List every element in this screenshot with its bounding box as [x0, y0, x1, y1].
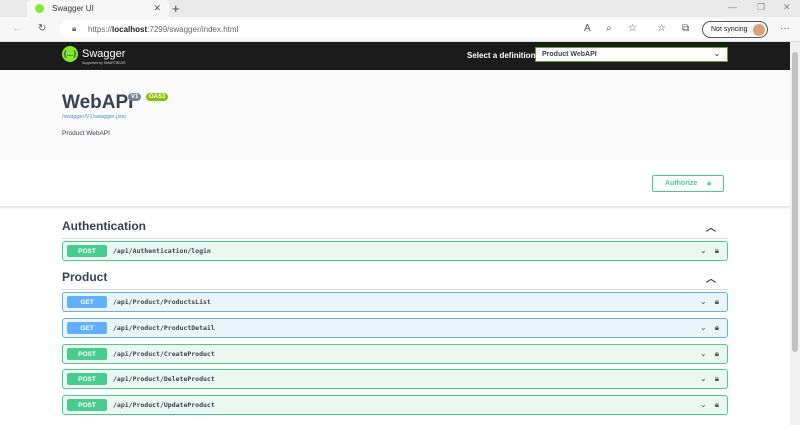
sync-label: Not syncing — [711, 26, 748, 33]
chevron-up-icon[interactable]: ︿ — [706, 270, 716, 285]
url-prefix: https:// — [88, 24, 113, 34]
method-badge: POST — [67, 373, 107, 385]
scheme-container: Authorize 🔒︎ — [0, 160, 790, 207]
scrollbar[interactable] — [790, 42, 800, 425]
swagger-logo[interactable]: {…} Swagger Supported by SMARTBEAR — [62, 46, 126, 65]
chevron-down-icon[interactable]: ⌄ — [700, 297, 707, 307]
lock-icon[interactable]: 🔒︎ — [715, 246, 719, 256]
operation-row[interactable]: POST/api/Authentication/login ⌄ 🔒︎ — [62, 241, 728, 261]
lock-icon[interactable]: 🔒︎ — [715, 374, 719, 384]
profile-sync-button[interactable]: Not syncing — [702, 21, 768, 38]
operation-row[interactable]: POST/api/Product/CreateProduct ⌄ 🔒︎ — [62, 344, 728, 364]
url-path: :7299/swagger/index.html — [147, 24, 239, 34]
lock-icon[interactable]: 🔒︎ — [715, 349, 719, 359]
operation-path: /api/Authentication/login — [113, 247, 211, 255]
operation-path: /api/Product/DeleteProduct — [113, 375, 215, 383]
section-title: Product — [62, 270, 108, 284]
lock-icon: 🔒︎ — [707, 179, 711, 187]
chevron-up-icon[interactable]: ︿ — [706, 219, 716, 234]
add-favorite-icon[interactable]: ☆ — [628, 23, 637, 34]
avatar — [753, 24, 765, 36]
operation-row[interactable]: POST/api/Product/UpdateProduct ⌄ 🔒︎ — [62, 395, 728, 415]
chevron-down-icon[interactable]: ⌄ — [700, 374, 707, 384]
lock-icon[interactable]: 🔒︎ — [715, 323, 719, 333]
version-badge: V1 — [128, 93, 142, 101]
api-description: Product WebAPI — [62, 130, 110, 137]
swagger-favicon-icon — [35, 4, 44, 13]
zoom-icon[interactable]: ⌕ — [606, 23, 612, 34]
new-tab-button[interactable]: + — [172, 1, 180, 16]
more-icon[interactable]: ··· — [780, 23, 790, 34]
logo-subtext: Supported by SMARTBEAR — [82, 61, 126, 65]
tab-title: Swagger UI — [52, 4, 94, 13]
definition-label: Select a definition — [467, 51, 536, 60]
definition-value: Product WebAPI — [542, 51, 597, 58]
section-title: Authentication — [62, 219, 146, 233]
chevron-down-icon: ⌄ — [714, 51, 720, 58]
chevron-down-icon[interactable]: ⌄ — [700, 323, 707, 333]
logo-text: Swagger — [82, 48, 126, 60]
lock-icon[interactable]: 🔒︎ — [715, 400, 719, 410]
favorites-icon[interactable]: ☆ — [657, 23, 666, 34]
back-icon[interactable]: ← — [12, 23, 22, 34]
api-info: WebAPI V1 OAS3 /swagger/V1/swagger.json … — [0, 70, 790, 160]
chevron-down-icon[interactable]: ⌄ — [700, 246, 707, 256]
swagger-logo-icon: {…} — [62, 46, 78, 62]
authorize-button[interactable]: Authorize 🔒︎ — [652, 175, 724, 192]
method-badge: POST — [67, 245, 107, 257]
chevron-down-icon[interactable]: ⌄ — [700, 349, 707, 359]
operation-path: /api/Product/UpdateProduct — [113, 401, 215, 409]
operation-path: /api/Product/CreateProduct — [113, 350, 215, 358]
method-badge: POST — [67, 399, 107, 411]
section-product[interactable]: Product ︿ — [62, 270, 728, 290]
operation-row[interactable]: GET/api/Product/ProductDetail ⌄ 🔒︎ — [62, 318, 728, 338]
chevron-down-icon[interactable]: ⌄ — [700, 400, 707, 410]
address-bar: ← ↻ 🔒︎ https://localhost:7299/swagger/ind… — [0, 17, 800, 42]
lock-icon: 🔒︎ — [72, 24, 77, 33]
method-badge: POST — [67, 348, 107, 360]
browser-tab[interactable]: Swagger UI ✕ — [27, 0, 169, 17]
url-host: localhost — [112, 24, 148, 34]
spec-link[interactable]: /swagger/V1/swagger.json — [62, 114, 126, 120]
tab-bar: Swagger UI ✕ + — ❐ ✕ — [0, 0, 800, 17]
refresh-icon[interactable]: ↻ — [38, 23, 46, 34]
lock-icon[interactable]: 🔒︎ — [715, 297, 719, 307]
close-window-button[interactable]: ✕ — [783, 2, 791, 13]
operation-row[interactable]: GET/api/Product/ProductsList ⌄ 🔒︎ — [62, 292, 728, 312]
authorize-label: Authorize — [664, 180, 698, 187]
minimize-button[interactable]: — — [728, 2, 737, 12]
restore-button[interactable]: ❐ — [757, 2, 765, 13]
read-aloud-icon[interactable]: A — [584, 23, 591, 34]
method-badge: GET — [67, 296, 107, 308]
operation-row[interactable]: POST/api/Product/DeleteProduct ⌄ 🔒︎ — [62, 369, 728, 389]
operation-path: /api/Product/ProductsList — [113, 298, 211, 306]
close-tab-icon[interactable]: ✕ — [153, 3, 161, 14]
api-title: WebAPI — [62, 92, 134, 113]
oas-badge: OAS3 — [146, 93, 169, 101]
section-authentication[interactable]: Authentication ︿ — [62, 219, 728, 239]
definition-select[interactable]: Product WebAPI ⌄ — [535, 47, 728, 62]
scrollbar-thumb[interactable] — [792, 52, 798, 352]
method-badge: GET — [67, 322, 107, 334]
operation-path: /api/Product/ProductDetail — [113, 324, 215, 332]
collections-icon[interactable]: ⧉ — [682, 23, 689, 34]
